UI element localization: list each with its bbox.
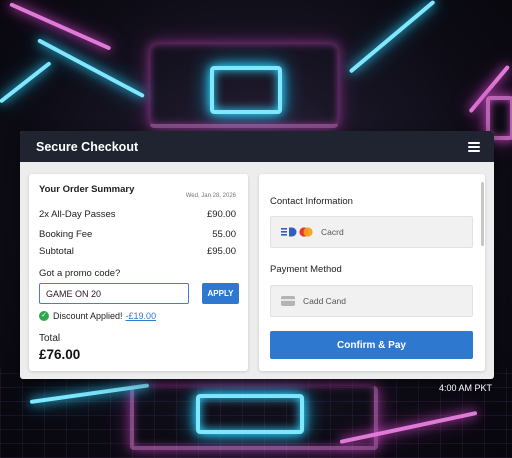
desktop-background: Secure Checkout Your Order Summary Wed, … [0,0,512,458]
checkout-window: Secure Checkout Your Order Summary Wed, … [20,131,494,379]
neon-line-top-left-pink [9,2,112,51]
contact-method-option[interactable]: Cacrd [270,216,473,248]
scrollbar[interactable] [481,182,484,246]
system-clock: 4:00 AM PKT [438,383,492,393]
subtotal-row: Subtotal £95.00 [39,246,236,257]
subtotal-label: Subtotal [39,246,74,257]
order-summary-heading: Your Order Summary [39,184,135,195]
menu-icon[interactable] [468,141,480,152]
contact-info-heading: Contact Information [270,196,353,207]
checkout-details-panel: Contact Information Cacrd Payment Method [259,174,485,371]
line-item-value: £90.00 [206,209,236,220]
discount-amount-link[interactable]: -£19.00 [126,311,157,321]
neon-line-top-right [348,0,436,74]
total-label: Total [39,333,61,344]
check-circle-icon: ✓ [39,311,49,321]
credit-card-icon [281,296,295,306]
confirm-pay-button[interactable]: Confirm & Pay [270,331,473,359]
window-title: Secure Checkout [36,139,139,154]
neon-line-left [0,61,52,104]
order-date: Wed, Jan 28, 2026 [185,193,236,199]
discount-message: ✓ Discount Applied! -£19.00 [39,311,156,321]
line-item-label: 2x All-Day Passes [39,209,116,220]
payment-method-heading: Payment Method [270,264,342,275]
discount-text: Discount Applied! [53,311,123,321]
promo-code-label: Got a promo code? [39,268,121,279]
apply-promo-button[interactable]: APPLY [202,283,239,304]
order-summary-panel: Your Order Summary Wed, Jan 28, 2026 2x … [29,174,248,371]
payment-method-option[interactable]: Cadd Cand [270,285,473,317]
card-brands-icon [281,226,313,238]
promo-code-input[interactable] [39,283,189,304]
contact-method-text: Cacrd [321,227,344,237]
payment-method-text: Cadd Cand [303,296,347,306]
line-item-label: Booking Fee [39,229,93,240]
line-item: Booking Fee 55.00 [39,229,236,240]
neon-frame-mid [150,44,338,128]
neon-line-top-left [37,38,145,99]
title-bar: Secure Checkout [20,131,494,162]
line-item: 2x All-Day Passes £90.00 [39,209,236,220]
subtotal-value: £95.00 [206,246,236,257]
total-value: £76.00 [39,347,81,362]
line-item-value: 55.00 [212,229,236,240]
